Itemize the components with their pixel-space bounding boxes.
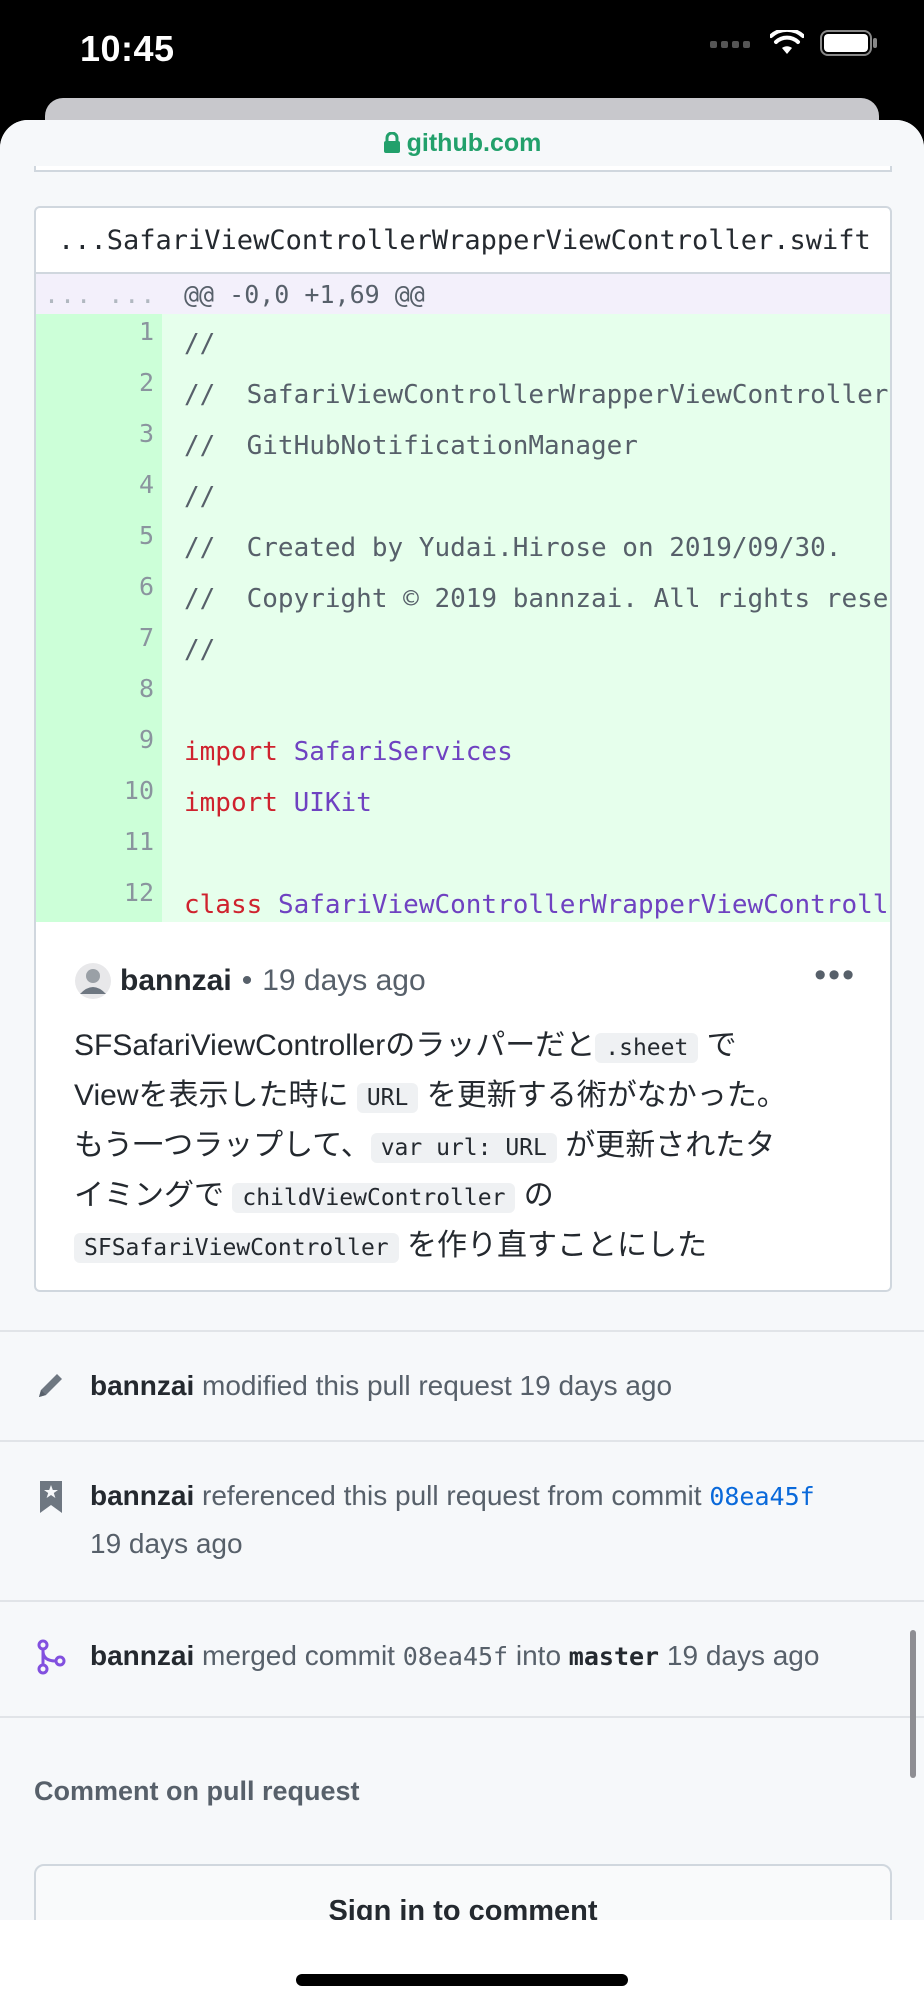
- hunk-range: @@ -0,0 +1,69 @@: [184, 279, 425, 309]
- inline-code: childViewController: [232, 1183, 516, 1213]
- battery-icon: [820, 30, 877, 56]
- code-lines: 1// 2// SafariViewControllerWrapperViewC…: [36, 314, 890, 924]
- wifi-icon: [770, 30, 804, 54]
- timeline-modified-text: bannzai modified this pull request 19 da…: [90, 1362, 900, 1409]
- review-comment: bannzai • 19 days ago ••• SFSafariViewCo…: [34, 922, 892, 1292]
- inline-code: .sheet: [595, 1033, 699, 1063]
- code-line: 7 //: [36, 620, 890, 671]
- line-number[interactable]: 3: [36, 416, 162, 467]
- timeline-merged: bannzai merged commit 08ea45f into maste…: [0, 1600, 924, 1718]
- timeline-author[interactable]: bannzai: [90, 1640, 194, 1671]
- line-number[interactable]: 5: [36, 518, 162, 569]
- line-number[interactable]: 9: [36, 722, 162, 773]
- comment-text-segment: が更新されたタ: [556, 1129, 776, 1162]
- commit-sha: 08ea45f: [402, 1642, 509, 1671]
- signal-icon: [710, 41, 750, 48]
- scrollbar[interactable]: [910, 1630, 916, 1778]
- line-code: import UIKit: [162, 773, 890, 833]
- timeline-modified: bannzai modified this pull request 19 da…: [0, 1330, 924, 1442]
- keyword: class: [184, 890, 263, 920]
- line-number[interactable]: 8: [36, 671, 162, 722]
- comment-text-segment: イミングで: [74, 1179, 233, 1212]
- comment-section-title: Comment on pull request: [34, 1776, 360, 1806]
- url-text: github.com: [406, 128, 542, 157]
- line-code: //: [184, 635, 216, 665]
- hunk-header: ... ... @@ -0,0 +1,69 @@: [36, 274, 890, 314]
- more-options-icon[interactable]: •••: [814, 956, 856, 995]
- line-number[interactable]: 2: [36, 365, 162, 416]
- comment-author[interactable]: bannzai: [120, 964, 232, 998]
- code-line: 9 import SafariServices: [36, 722, 890, 773]
- file-name[interactable]: ...SafariViewControllerWrapperViewContro…: [36, 208, 890, 274]
- comment-text-segment: SFSafariViewControllerのラッパーだと: [74, 1029, 596, 1062]
- keyword: import: [184, 788, 278, 818]
- comment-text-segment: で: [698, 1029, 737, 1062]
- code-line: 5// Created by Yudai.Hirose on 2019/09/3…: [36, 518, 890, 569]
- browser-sheet: github.com ...SafariViewControllerWrappe…: [0, 120, 924, 2000]
- timeline-author[interactable]: bannzai: [90, 1370, 194, 1401]
- comment-text-segment: の: [515, 1179, 554, 1212]
- bookmark-icon: [32, 1478, 70, 1516]
- timeline-referenced-text: bannzai referenced this pull request fro…: [90, 1472, 900, 1567]
- timeline-time: 19 days ago: [659, 1640, 820, 1671]
- line-code: class SafariViewControllerWrapperViewCon…: [162, 875, 890, 924]
- comment-separator: •: [241, 964, 253, 997]
- branch-name: master: [568, 1642, 660, 1671]
- code-line: 1//: [36, 314, 890, 365]
- timeline-author[interactable]: bannzai: [90, 1480, 194, 1511]
- timeline-time: 19 days ago: [90, 1528, 243, 1559]
- pencil-icon: [32, 1366, 70, 1404]
- inline-code: var url: URL: [370, 1133, 557, 1163]
- avatar[interactable]: [74, 962, 112, 1000]
- type-name: UIKit: [293, 788, 372, 818]
- diff-file: ...SafariViewControllerWrapperViewContro…: [34, 206, 892, 926]
- keyword: import: [184, 737, 278, 767]
- comment-text: SFSafariViewControllerのラッパーだと .sheet で Vie…: [74, 1022, 854, 1272]
- lock-icon: [383, 132, 400, 153]
- hunk-expand-dots[interactable]: ... ...: [36, 280, 184, 309]
- timeline-referenced: bannzai referenced this pull request fro…: [0, 1440, 924, 1602]
- status-time: 10:45: [80, 28, 175, 69]
- timeline-action: into: [508, 1640, 569, 1671]
- line-number[interactable]: 1: [36, 314, 162, 365]
- status-icons: [710, 30, 878, 56]
- line-number[interactable]: 12: [36, 875, 162, 924]
- line-number[interactable]: 11: [36, 824, 162, 875]
- bottom-bar: [0, 1920, 924, 2000]
- comment-header: bannzai • 19 days ago: [74, 962, 426, 1000]
- type-name: SafariServices: [293, 737, 513, 767]
- line-number[interactable]: 6: [36, 569, 162, 620]
- line-number[interactable]: 7: [36, 620, 162, 671]
- line-number[interactable]: 4: [36, 467, 162, 518]
- comment-text-segment: もう一つラップして、: [74, 1129, 371, 1162]
- code-line: 12 class SafariViewControllerWrapperViewC…: [36, 875, 890, 924]
- url-bar[interactable]: github.com: [0, 120, 924, 166]
- comment-text-segment: を更新する術がなかった。: [418, 1079, 787, 1112]
- code-line: 10 import UIKit: [36, 773, 890, 824]
- line-number[interactable]: 10: [36, 773, 162, 824]
- commit-sha-link[interactable]: 08ea45f: [709, 1482, 814, 1511]
- inline-code: URL: [356, 1083, 419, 1113]
- comment-text-segment: を作り直すことにした: [398, 1229, 707, 1262]
- code-line: 4//: [36, 467, 890, 518]
- code-line: 2// SafariViewControllerWrapperViewContr…: [36, 365, 890, 416]
- status-bar: 10:45: [0, 0, 924, 100]
- type-name: SafariViewControllerWrapperViewControlle…: [277, 890, 890, 920]
- home-indicator[interactable]: [296, 1974, 628, 1986]
- inline-code: SFSafariViewController: [74, 1233, 399, 1263]
- timeline-action: referenced this pull request from commit: [194, 1480, 710, 1511]
- timeline-merged-text: bannzai merged commit 08ea45f into maste…: [90, 1632, 900, 1680]
- comment-time[interactable]: 19 days ago: [262, 964, 425, 998]
- comment-text-segment: Viewを表示した時に: [74, 1079, 357, 1112]
- merge-icon: [32, 1638, 70, 1676]
- code-line: 3// GitHubNotificationManager: [36, 416, 890, 467]
- code-line: 6// Copyright © 2019 bannzai. All rights…: [36, 569, 890, 620]
- timeline-action: merged commit: [194, 1640, 403, 1671]
- timeline-action: modified this pull request 19 days ago: [194, 1370, 673, 1401]
